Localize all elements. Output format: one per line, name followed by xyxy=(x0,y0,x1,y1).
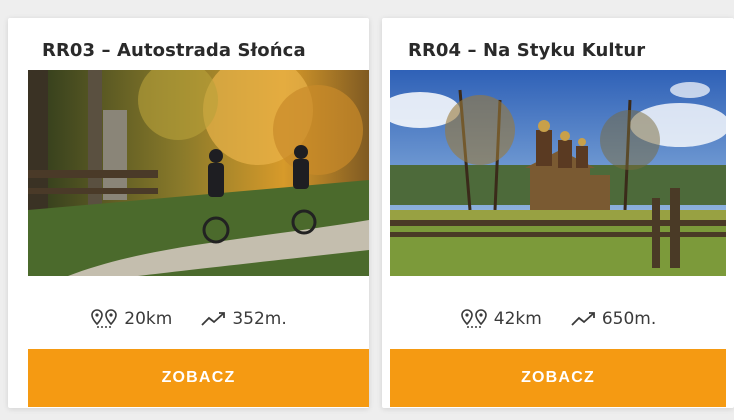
distance-stat: 42km xyxy=(460,308,542,330)
route-photo[interactable] xyxy=(390,70,726,276)
elevation-value: 650m. xyxy=(601,309,657,329)
elevation-value: 352m. xyxy=(232,309,287,329)
church-meadow-image xyxy=(390,70,726,276)
elevation-stat: 650m. xyxy=(570,309,656,329)
route-photo[interactable] xyxy=(28,70,369,276)
cyclists-forest-image xyxy=(28,70,369,276)
route-card-rr04: RR04 – Na Styku Kultur 42km 650m. ZOBACZ xyxy=(382,18,734,408)
route-stats: 20km 352m. xyxy=(8,308,369,330)
map-pins-icon xyxy=(460,309,487,328)
route-title: RR03 – Autostrada Słońca xyxy=(42,40,306,61)
view-route-button[interactable]: ZOBACZ xyxy=(28,349,369,407)
route-card-rr03: RR03 – Autostrada Słońca 20km 352m. ZOBA… xyxy=(8,18,369,408)
elevation-stat: 352m. xyxy=(200,309,287,329)
view-route-button[interactable]: ZOBACZ xyxy=(390,349,726,407)
map-pins-icon xyxy=(91,309,118,328)
distance-stat: 20km xyxy=(90,308,172,330)
route-stats: 42km 650m. xyxy=(382,308,734,330)
trend-up-icon xyxy=(571,312,595,326)
distance-value: 20km xyxy=(124,309,173,329)
distance-value: 42km xyxy=(493,309,542,329)
route-title: RR04 – Na Styku Kultur xyxy=(408,40,646,61)
trend-up-icon xyxy=(201,312,226,326)
